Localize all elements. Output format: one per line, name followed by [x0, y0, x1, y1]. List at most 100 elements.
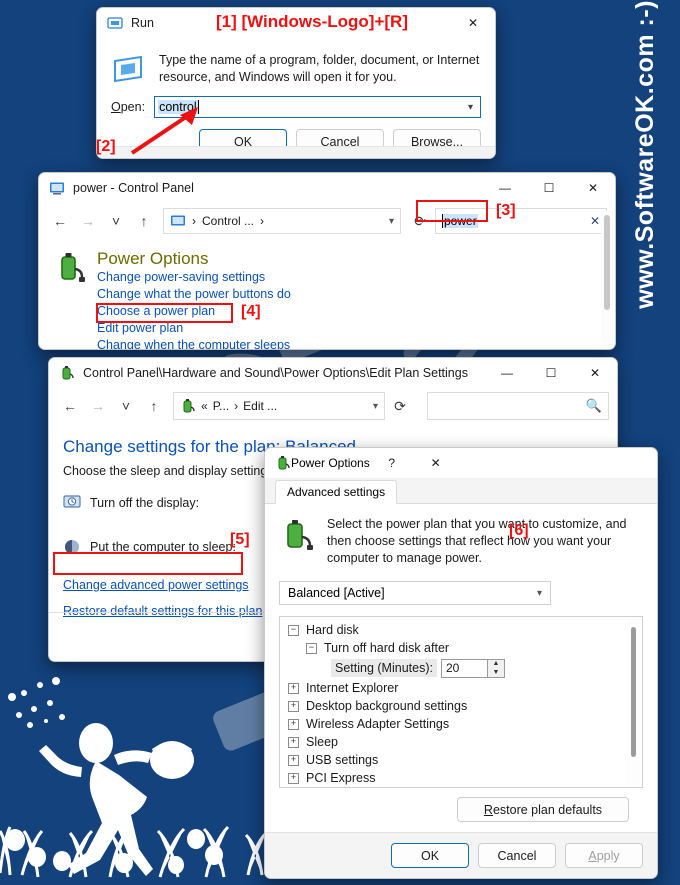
- scrollbar-thumb[interactable]: [631, 627, 636, 757]
- breadcrumb-edit[interactable]: Edit ...: [243, 399, 277, 413]
- edit-plan-recent-button[interactable]: ˅: [113, 393, 139, 419]
- run-close-button[interactable]: ✕: [451, 8, 495, 38]
- edit-plan-search-input[interactable]: 🔍: [427, 392, 609, 420]
- link-edit-power-plan[interactable]: Edit power plan: [97, 320, 341, 337]
- edit-plan-up-button[interactable]: ↑: [141, 393, 167, 419]
- tree-item-label: USB settings: [306, 753, 379, 767]
- edit-plan-minimize-button[interactable]: —: [485, 358, 529, 388]
- run-open-value: control: [158, 100, 199, 114]
- tree-item-label: Desktop background settings: [306, 699, 468, 713]
- search-clear-icon[interactable]: ✕: [590, 214, 600, 228]
- tree-toggle-icon[interactable]: −: [288, 624, 299, 636]
- link-change-power-buttons[interactable]: Change what the power buttons do: [97, 286, 341, 303]
- decorative-sower-figure: [0, 677, 268, 878]
- tree-item-pci-express[interactable]: + PCI Express: [284, 769, 642, 787]
- run-window-icon: [107, 17, 123, 29]
- power-options-titlebar: Power Options ? ✕: [265, 448, 657, 478]
- setting-minutes-value[interactable]: 20: [440, 658, 488, 678]
- breadcrumb-prefix: «: [201, 399, 208, 413]
- advanced-settings-tree[interactable]: − Hard disk − Turn off hard disk after S…: [279, 616, 643, 788]
- control-panel-window: power - Control Panel — ☐ ✕ ← → ˅ ↑ › Co…: [38, 172, 616, 350]
- scrollbar-thumb[interactable]: [604, 215, 610, 310]
- address-bar[interactable]: › Control ... › ▾: [163, 208, 401, 234]
- restore-row: Restore plan defaults: [279, 788, 643, 822]
- tree-item-wireless-adapter-settings[interactable]: + Wireless Adapter Settings: [284, 715, 642, 733]
- control-panel-scrollbar[interactable]: [601, 211, 613, 346]
- edit-plan-address-bar[interactable]: « P... › Edit ... ▾: [173, 392, 385, 420]
- edit-plan-maximize-button[interactable]: ☐: [529, 358, 573, 388]
- softwareok-watermark: www.SoftwareOK.com :-): [612, 0, 678, 420]
- callout-5: [5]: [230, 531, 250, 548]
- power-options-help-button[interactable]: ?: [370, 448, 414, 478]
- control-panel-title: power - Control Panel: [73, 181, 194, 195]
- tree-item-label: PCI Express: [306, 771, 376, 785]
- control-panel-close-button[interactable]: ✕: [571, 173, 615, 203]
- power-plan-combobox[interactable]: Balanced [Active] ▾: [279, 581, 551, 605]
- tree-item-hard-disk[interactable]: − Hard disk: [284, 621, 642, 639]
- link-change-advanced-power-settings[interactable]: Change advanced power settings: [63, 578, 249, 592]
- link-change-computer-sleeps[interactable]: Change when the computer sleeps: [97, 337, 341, 349]
- power-options-close-button[interactable]: ✕: [414, 448, 458, 478]
- edit-plan-close-button[interactable]: ✕: [573, 358, 617, 388]
- link-choose-power-plan[interactable]: Choose a power plan: [97, 303, 341, 320]
- callout-3: [3]: [496, 202, 516, 219]
- edit-plan-forward-button[interactable]: →: [85, 393, 111, 419]
- recent-locations-button[interactable]: ˅: [103, 208, 129, 234]
- chevron-down-icon[interactable]: ▾: [389, 216, 394, 227]
- tree-toggle-icon[interactable]: +: [288, 754, 299, 766]
- edit-plan-back-button[interactable]: ←: [57, 393, 83, 419]
- setting-minutes-label: Setting (Minutes):: [331, 659, 437, 677]
- control-panel-navbar: ← → ˅ ↑ › Control ... › ▾ ⟳ power ✕: [39, 203, 615, 239]
- tree-toggle-icon[interactable]: +: [288, 682, 299, 694]
- power-plan-selected-value: Balanced [Active]: [288, 586, 385, 600]
- back-button[interactable]: ←: [47, 208, 73, 234]
- search-value: power: [442, 214, 478, 228]
- tree-item-internet-explorer[interactable]: + Internet Explorer: [284, 679, 642, 697]
- search-input[interactable]: power ✕: [435, 208, 607, 234]
- link-change-power-saving-settings[interactable]: Change power-saving settings: [97, 269, 341, 286]
- tree-item-sleep[interactable]: + Sleep: [284, 733, 642, 751]
- tree-toggle-icon[interactable]: +: [288, 736, 299, 748]
- forward-button[interactable]: →: [75, 208, 101, 234]
- callout-2: [2]: [96, 138, 116, 155]
- link-restore-default-settings[interactable]: Restore default settings for this plan: [63, 604, 262, 618]
- setting-minutes-stepper[interactable]: 20 ▲ ▼: [440, 658, 505, 678]
- tree-toggle-icon[interactable]: −: [306, 642, 317, 654]
- power-options-ok-button[interactable]: OK: [391, 843, 469, 868]
- control-panel-minimize-button[interactable]: —: [483, 173, 527, 203]
- run-footer-bar: [97, 146, 495, 158]
- control-panel-titlebar: power - Control Panel — ☐ ✕: [39, 173, 615, 203]
- stepper-down-icon[interactable]: ▼: [488, 668, 504, 677]
- power-options-intro-row: Select the power plan that you want to c…: [279, 516, 643, 567]
- stepper-buttons[interactable]: ▲ ▼: [487, 658, 505, 678]
- search-icon: 🔍: [585, 398, 602, 413]
- breadcrumb-root[interactable]: Control ...: [202, 214, 254, 228]
- up-button[interactable]: ↑: [131, 208, 157, 234]
- tree-toggle-icon[interactable]: +: [288, 700, 299, 712]
- run-large-icon: [114, 55, 142, 83]
- power-options-icon: [278, 456, 290, 470]
- chevron-down-icon[interactable]: ▾: [373, 401, 378, 412]
- tree-scrollbar[interactable]: [627, 619, 640, 785]
- power-options-heading[interactable]: Power Options: [97, 249, 341, 269]
- tree-toggle-icon[interactable]: +: [288, 772, 299, 784]
- tab-advanced-settings[interactable]: Advanced settings: [275, 480, 398, 504]
- tree-item-processor-power-management[interactable]: + Processor power management: [284, 787, 642, 788]
- power-options-cancel-button[interactable]: Cancel: [478, 843, 556, 868]
- refresh-button[interactable]: ⟳: [407, 208, 433, 234]
- edit-plan-refresh-button[interactable]: ⟳: [387, 393, 413, 419]
- tree-toggle-icon[interactable]: +: [288, 718, 299, 730]
- restore-plan-defaults-button[interactable]: Restore plan defaults: [457, 797, 629, 822]
- run-open-combobox[interactable]: control ▾: [154, 96, 481, 118]
- edit-plan-title: Control Panel\Hardware and Sound\Power O…: [83, 366, 468, 380]
- control-panel-maximize-button[interactable]: ☐: [527, 173, 571, 203]
- breadcrumb-power[interactable]: P...: [213, 399, 229, 413]
- stepper-up-icon[interactable]: ▲: [488, 660, 504, 669]
- tree-item-usb-settings[interactable]: + USB settings: [284, 751, 642, 769]
- tree-item-setting-minutes: Setting (Minutes): 20 ▲ ▼: [284, 657, 642, 679]
- run-description: Type the name of a program, folder, docu…: [159, 53, 480, 84]
- tree-item-turn-off-hard-disk-after[interactable]: − Turn off hard disk after: [284, 639, 642, 657]
- tree-item-desktop-background-settings[interactable]: + Desktop background settings: [284, 697, 642, 715]
- power-options-tabstrip: Advanced settings: [265, 478, 657, 504]
- run-open-row: Open: control ▾: [97, 86, 495, 118]
